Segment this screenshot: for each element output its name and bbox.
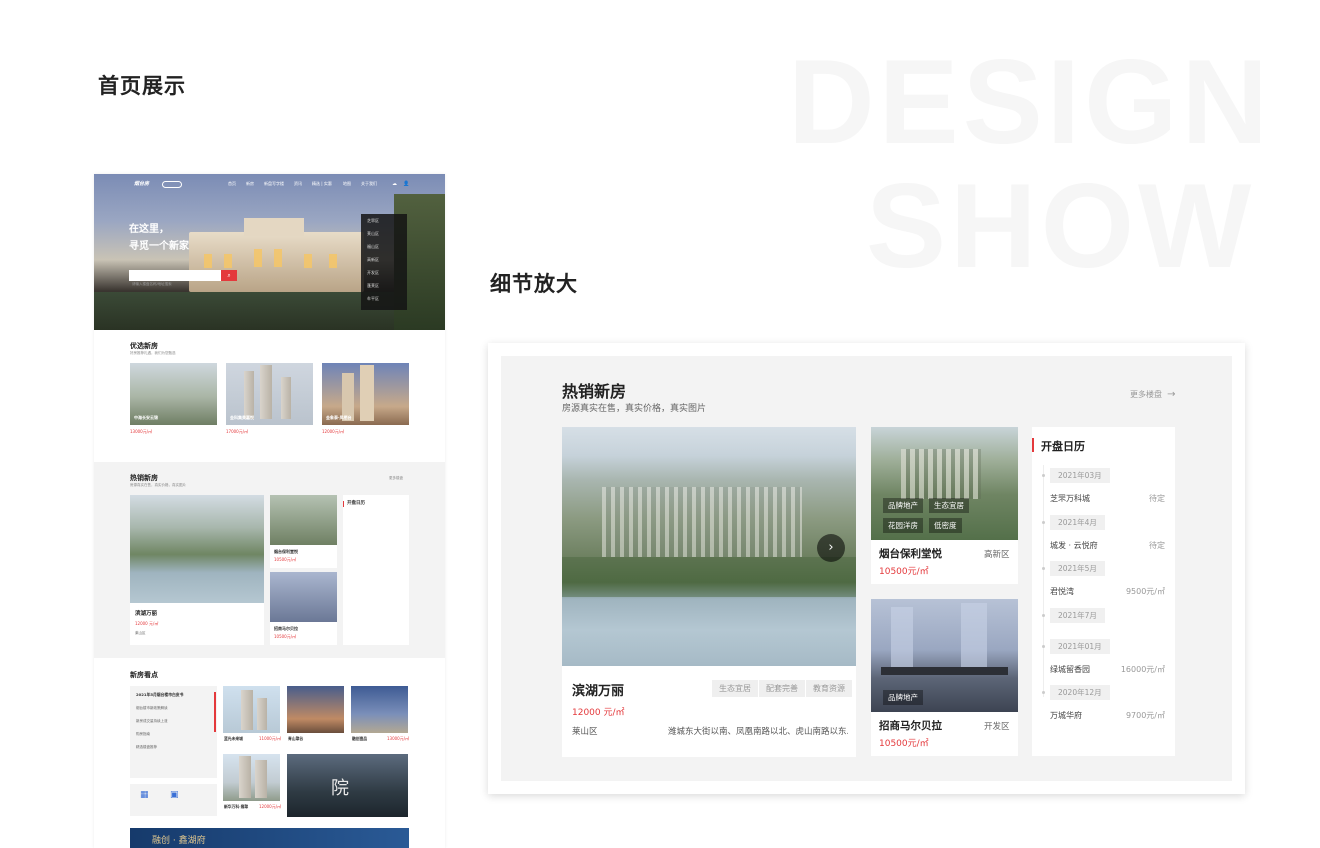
ghost-text-design: DESIGN xyxy=(788,35,1273,169)
home-section-title: 首页展示 xyxy=(98,74,186,98)
user-icon[interactable]: 👤 xyxy=(403,181,409,187)
image-tag: 低密度 xyxy=(929,518,962,533)
arrow-right-icon: → xyxy=(1167,389,1176,400)
calendar-title: 开盘日历 xyxy=(1041,440,1085,453)
hot-calendar-panel: 开盘日历 xyxy=(343,495,409,645)
property-name: 滨湖万丽 xyxy=(572,684,625,699)
nav-new[interactable]: 新房 xyxy=(246,181,254,187)
property-price: 10500元/㎡ xyxy=(879,567,929,577)
district-item[interactable]: 开发区 xyxy=(361,266,407,279)
logo[interactable]: 烟台房 xyxy=(134,180,149,187)
district-item[interactable]: 芝罘区 xyxy=(361,214,407,227)
featured-card-image[interactable]: 金象泰·凤栖台 xyxy=(322,363,409,425)
district-menu: 芝罘区 莱山区 福山区 高新区 开发区 蓬莱区 牟平区 xyxy=(361,214,407,310)
calendar-date: 2021年4月 xyxy=(1050,515,1105,530)
detail-zoom-panel: 热销新房 房源真实在售，真实价格，真实图片 更多楼盘 → › 滨湖万丽 生态宜居… xyxy=(488,343,1245,794)
feature-tag: 配套完善 xyxy=(759,680,805,697)
nav-office[interactable]: 新盘写字楼 xyxy=(264,181,284,187)
calendar-property[interactable]: 万城华府 xyxy=(1050,710,1082,721)
hot-small-card[interactable]: 烟台保利堂悦 10500元/㎡ xyxy=(270,495,337,568)
side-property-card[interactable]: 品牌地产 招商马尔贝拉 开发区 10500元/㎡ xyxy=(871,599,1018,756)
image-tag: 生态宜居 xyxy=(929,498,969,513)
carousel-next-button[interactable]: › xyxy=(817,534,845,562)
hot-main-card[interactable]: 滨湖万丽 12000 元/㎡ 莱山区 xyxy=(130,495,264,645)
homepage-mockup: 烟台房 首页 新房 新盘写字楼 资讯 精选 | 实惠 地图 关于我们 ☁ 👤 在… xyxy=(94,174,445,848)
property-district: 高新区 xyxy=(984,550,1010,560)
hero-search-button[interactable]: ⌕ xyxy=(221,270,237,281)
district-item[interactable]: 莱山区 xyxy=(361,227,407,240)
featured-banner-image[interactable]: 院 xyxy=(287,754,408,817)
calendar-property[interactable]: 绿城留香园 xyxy=(1050,664,1090,675)
nav-about[interactable]: 关于我们 xyxy=(361,181,377,187)
calendar-status: 9700元/㎡ xyxy=(1125,711,1165,720)
calendar-date: 2021年01月 xyxy=(1050,639,1110,654)
district-item[interactable]: 牟平区 xyxy=(361,292,407,305)
opening-calendar-panel: 开盘日历 2021年03月 芝罘万科城 待定 2021年4月 城发 · 云悦府 … xyxy=(1032,427,1175,756)
calendar-date: 2021年7月 xyxy=(1050,608,1105,623)
featured-subtitle: 好房推荐礼遇，我们为您甄选 xyxy=(130,351,176,355)
hot-section-subtitle: 房源真实在售，真实价格，真实图片 xyxy=(562,404,707,414)
hero-line2: 寻觅一个新家 xyxy=(129,241,189,252)
hero-line1: 在这里， xyxy=(129,224,169,235)
image-tag: 花园洋房 xyxy=(883,518,923,533)
city-selector[interactable] xyxy=(162,181,182,188)
nav-map[interactable]: 地图 xyxy=(343,181,351,187)
property-name: 招商马尔贝拉 xyxy=(879,720,942,732)
property-aerial-image xyxy=(562,427,856,666)
calendar-status: 9500元/㎡ xyxy=(1125,587,1165,596)
property-price: 12000 元/㎡ xyxy=(572,708,625,718)
district-item[interactable]: 蓬莱区 xyxy=(361,279,407,292)
featured-card-image[interactable]: 中海长安云锦 xyxy=(130,363,217,425)
calendar-status: 16000元/㎡ xyxy=(1120,665,1165,674)
featured-card-image[interactable]: 金科集美嘉悦 xyxy=(226,363,313,425)
nav-news[interactable]: 资讯 xyxy=(294,181,302,187)
hot-more-link[interactable]: 更多楼盘 xyxy=(389,476,403,481)
property-name: 烟台保利堂悦 xyxy=(879,548,942,560)
calendar-property[interactable]: 君悦湾 xyxy=(1050,586,1074,597)
calendar-date: 2021年5月 xyxy=(1050,561,1105,576)
feature-tag: 生态宜居 xyxy=(712,680,758,697)
district-item[interactable]: 高新区 xyxy=(361,253,407,266)
calculator-icon[interactable]: ▦ xyxy=(140,790,149,800)
news-card[interactable] xyxy=(351,686,408,733)
calendar-property[interactable]: 城发 · 云悦府 xyxy=(1050,540,1098,551)
image-tag: 品牌地产 xyxy=(883,498,923,513)
tools-panel: ▦ ▣ xyxy=(130,784,217,816)
main-property-card[interactable]: › 滨湖万丽 生态宜居 配套完善 教育资源 12000 元/㎡ 莱山区 潍城东大… xyxy=(562,427,856,757)
calendar-date: 2020年12月 xyxy=(1050,685,1110,700)
news-card[interactable] xyxy=(287,686,344,733)
timeline-line xyxy=(1043,465,1044,697)
calendar-property[interactable]: 芝罘万科城 xyxy=(1050,493,1090,504)
hero-search-input[interactable]: 请输入楼盘名称/地址搜索 xyxy=(129,270,221,286)
news-card[interactable] xyxy=(223,754,280,801)
weather-icon: ☁ xyxy=(392,181,397,187)
image-tag: 品牌地产 xyxy=(883,690,923,705)
nav-home[interactable]: 首页 xyxy=(228,181,236,187)
hot-section-title: 热销新房 xyxy=(562,382,627,401)
calendar-status: 待定 xyxy=(1149,494,1165,503)
calendar-status: 待定 xyxy=(1149,541,1165,550)
hero-banner: 烟台房 首页 新房 新盘写字楼 资讯 精选 | 实惠 地图 关于我们 ☁ 👤 在… xyxy=(94,174,445,330)
calendar-date: 2021年03月 xyxy=(1050,468,1110,483)
news-card[interactable] xyxy=(223,686,280,733)
featured-title: 优选新房 xyxy=(130,342,158,350)
news-list: 2021年5月烟台楼市白皮书 烟台楼市新政策解读 新房成交量持续上涨 购房指南 … xyxy=(130,686,217,778)
side-property-card[interactable]: 品牌地产 生态宜居 花园洋房 低密度 烟台保利堂悦 高新区 10500元/㎡ xyxy=(871,427,1018,584)
hot-subtitle: 房源真实在售，真实价格，真实图片 xyxy=(130,483,186,487)
nav-picks[interactable]: 精选 | 实惠 xyxy=(312,181,332,187)
hot-title: 热销新房 xyxy=(130,474,158,482)
qrcode-icon[interactable]: ▣ xyxy=(170,790,179,800)
more-link[interactable]: 更多楼盘 → xyxy=(1130,382,1175,401)
property-district: 开发区 xyxy=(984,722,1010,732)
ghost-text-show: SHOW xyxy=(866,159,1256,293)
news-title: 新房看点 xyxy=(130,671,158,679)
property-district: 莱山区 xyxy=(572,727,598,737)
district-item[interactable]: 福山区 xyxy=(361,240,407,253)
property-address: 潍城东大街以南、凤凰南路以北、虎山南路以东... xyxy=(668,727,848,737)
property-price: 10500元/㎡ xyxy=(879,739,929,749)
detail-section-title: 细节放大 xyxy=(490,272,578,296)
feature-tag: 教育资源 xyxy=(806,680,852,697)
hot-small-card[interactable]: 招商马尔贝拉 10500元/㎡ xyxy=(270,572,337,645)
ad-banner[interactable]: 融创 · 鑫湖府 xyxy=(130,828,409,848)
